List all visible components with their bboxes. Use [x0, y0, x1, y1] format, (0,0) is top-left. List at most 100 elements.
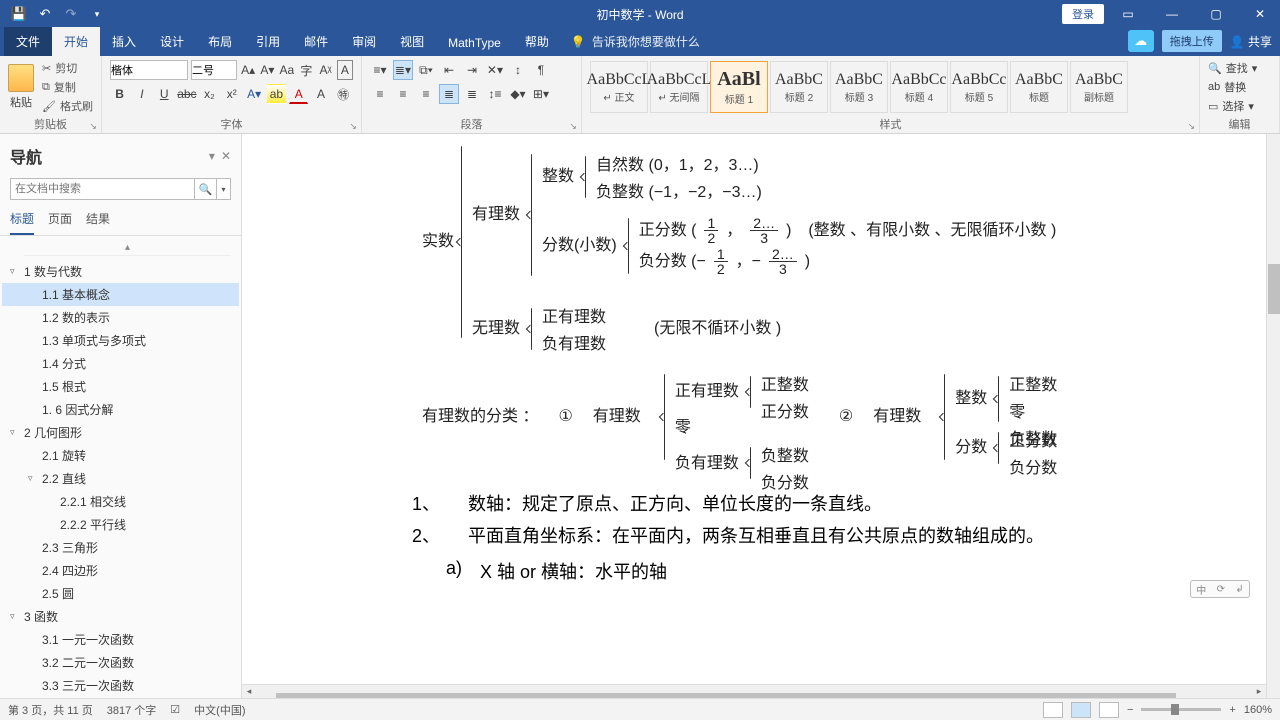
status-page[interactable]: 第 3 页，共 11 页 — [8, 702, 93, 718]
zoom-slider[interactable] — [1141, 708, 1221, 711]
nav-item[interactable]: 2.4 四边形 — [2, 559, 239, 582]
float-toolbar[interactable]: 中⟳↲ — [1190, 580, 1250, 598]
styles-launcher-icon[interactable]: ↘ — [1187, 121, 1195, 132]
undo-icon[interactable]: ↶ — [34, 3, 56, 25]
nav-item[interactable]: 1. 6 因式分解 — [2, 398, 239, 421]
font-size-combo[interactable] — [191, 60, 237, 80]
view-print-icon[interactable] — [1071, 702, 1091, 718]
font-name-combo[interactable] — [110, 60, 188, 80]
zoom-in-icon[interactable]: + — [1229, 704, 1235, 716]
subscript-button[interactable]: x₂ — [200, 84, 219, 104]
cloud-icon[interactable]: ☁ — [1128, 30, 1154, 52]
format-painter-button[interactable]: 🖌格式刷 — [42, 98, 93, 114]
nav-item[interactable]: ▿2 几何图形 — [2, 421, 239, 444]
vertical-scrollbar[interactable] — [1266, 134, 1280, 698]
view-web-icon[interactable] — [1099, 702, 1119, 718]
maximize-icon[interactable]: ▢ — [1196, 0, 1236, 28]
style-标题[interactable]: AaBbC标题 — [1010, 61, 1068, 113]
nav-tab-pages[interactable]: 页面 — [48, 210, 72, 235]
nav-item[interactable]: 1.2 数的表示 — [2, 306, 239, 329]
nav-expand-all[interactable]: ▴ — [24, 240, 231, 256]
tab-file[interactable]: 文件 — [4, 27, 52, 56]
style-↵正文[interactable]: AaBbCcL↵ 正文 — [590, 61, 648, 113]
tab-home[interactable]: 开始 — [52, 27, 100, 56]
nav-item[interactable]: 2.2.1 相交线 — [2, 490, 239, 513]
status-lang[interactable]: 中文(中国) — [194, 702, 245, 718]
document-area[interactable]: 实数 有理数 整数 — [242, 134, 1280, 698]
text-effects-icon[interactable]: A▾ — [244, 84, 263, 104]
highlight-icon[interactable]: ab — [267, 84, 286, 104]
nav-search-dropdown-icon[interactable]: ▾ — [217, 178, 231, 200]
style-标题5[interactable]: AaBbCc标题 5 — [950, 61, 1008, 113]
align-center-icon[interactable]: ≡ — [393, 84, 413, 104]
grow-font-icon[interactable]: A▴ — [240, 60, 256, 80]
share-button[interactable]: 👤 共享 — [1230, 33, 1272, 50]
align-left-icon[interactable]: ≡ — [370, 84, 390, 104]
ribbon-display-icon[interactable]: ▭ — [1108, 0, 1148, 28]
style-标题2[interactable]: AaBbC标题 2 — [770, 61, 828, 113]
font-color-icon[interactable]: A — [289, 84, 308, 104]
select-button[interactable]: ▭选择 ▾ — [1208, 98, 1271, 114]
charborder-icon[interactable]: A — [337, 60, 353, 80]
bold-button[interactable]: B — [110, 84, 129, 104]
minimize-icon[interactable]: — — [1152, 0, 1192, 28]
qat-customize-icon[interactable]: ▾ — [86, 3, 108, 25]
clear-format-icon[interactable]: Aᵡ — [317, 60, 333, 80]
tab-mailings[interactable]: 邮件 — [292, 27, 340, 56]
multilevel-icon[interactable]: ⧉▾ — [416, 60, 436, 80]
login-button[interactable]: 登录 — [1062, 4, 1104, 24]
asian-layout-icon[interactable]: ✕▾ — [485, 60, 505, 80]
status-words[interactable]: 3817 个字 — [107, 702, 157, 718]
tab-layout[interactable]: 布局 — [196, 27, 244, 56]
shrink-font-icon[interactable]: A▾ — [259, 60, 275, 80]
nav-item[interactable]: ▿2.2 直线 — [2, 467, 239, 490]
borders-icon[interactable]: ⊞▾ — [531, 84, 551, 104]
nav-item[interactable]: 2.3 三角形 — [2, 536, 239, 559]
tell-me-search[interactable]: 💡 告诉我你想要做什么 — [561, 27, 710, 56]
line-spacing-icon[interactable]: ↕≡ — [485, 84, 505, 104]
show-marks-icon[interactable]: ¶ — [531, 60, 551, 80]
paste-button[interactable]: 粘贴 — [8, 64, 34, 110]
nav-item[interactable]: ▿1 数与代数 — [2, 260, 239, 283]
status-proofing-icon[interactable]: ☑ — [170, 703, 180, 716]
style-副标题[interactable]: AaBbC副标题 — [1070, 61, 1128, 113]
nav-item[interactable]: 3.4 一元二次函数 — [2, 697, 239, 698]
hscroll-right-icon[interactable]: ▸ — [1252, 686, 1266, 697]
tab-mathtype[interactable]: MathType — [436, 30, 513, 56]
nav-close-icon[interactable]: ✕ — [221, 149, 231, 163]
nav-item[interactable]: ▿3 函数 — [2, 605, 239, 628]
underline-button[interactable]: U — [155, 84, 174, 104]
dec-indent-icon[interactable]: ⇤ — [439, 60, 459, 80]
hscroll-left-icon[interactable]: ◂ — [242, 686, 256, 697]
superscript-button[interactable]: x² — [222, 84, 241, 104]
shading-icon[interactable]: ◆▾ — [508, 84, 528, 104]
nav-item[interactable]: 1.5 根式 — [2, 375, 239, 398]
bullets-icon[interactable]: ≡▾ — [370, 60, 390, 80]
nav-tab-results[interactable]: 结果 — [86, 210, 110, 235]
close-icon[interactable]: ✕ — [1240, 0, 1280, 28]
font-launcher-icon[interactable]: ↘ — [349, 121, 357, 132]
drag-upload-button[interactable]: 拖拽上传 — [1162, 30, 1222, 52]
style-↵无间隔[interactable]: AaBbCcL↵ 无间隔 — [650, 61, 708, 113]
vscroll-thumb[interactable] — [1268, 264, 1280, 314]
find-button[interactable]: 🔍查找 ▾ — [1208, 60, 1271, 76]
phonetic-icon[interactable]: 字 — [298, 60, 314, 80]
cut-button[interactable]: ✂剪切 — [42, 60, 93, 76]
replace-button[interactable]: ab替换 — [1208, 79, 1271, 95]
change-case-icon[interactable]: Aa — [279, 60, 296, 80]
paragraph-launcher-icon[interactable]: ↘ — [569, 121, 577, 132]
strike-button[interactable]: abc — [177, 84, 197, 104]
save-icon[interactable]: 💾 — [8, 3, 30, 25]
tab-design[interactable]: 设计 — [148, 27, 196, 56]
char-shading-icon[interactable]: A — [311, 84, 330, 104]
nav-item[interactable]: 3.3 三元一次函数 — [2, 674, 239, 697]
zoom-out-icon[interactable]: − — [1127, 704, 1133, 716]
nav-tab-headings[interactable]: 标题 — [10, 210, 34, 235]
inc-indent-icon[interactable]: ⇥ — [462, 60, 482, 80]
nav-item[interactable]: 2.2.2 平行线 — [2, 513, 239, 536]
hscroll-thumb[interactable] — [276, 693, 1176, 699]
redo-icon[interactable]: ↷ — [60, 3, 82, 25]
zoom-level[interactable]: 160% — [1244, 704, 1272, 716]
italic-button[interactable]: I — [132, 84, 151, 104]
style-标题4[interactable]: AaBbCc标题 4 — [890, 61, 948, 113]
